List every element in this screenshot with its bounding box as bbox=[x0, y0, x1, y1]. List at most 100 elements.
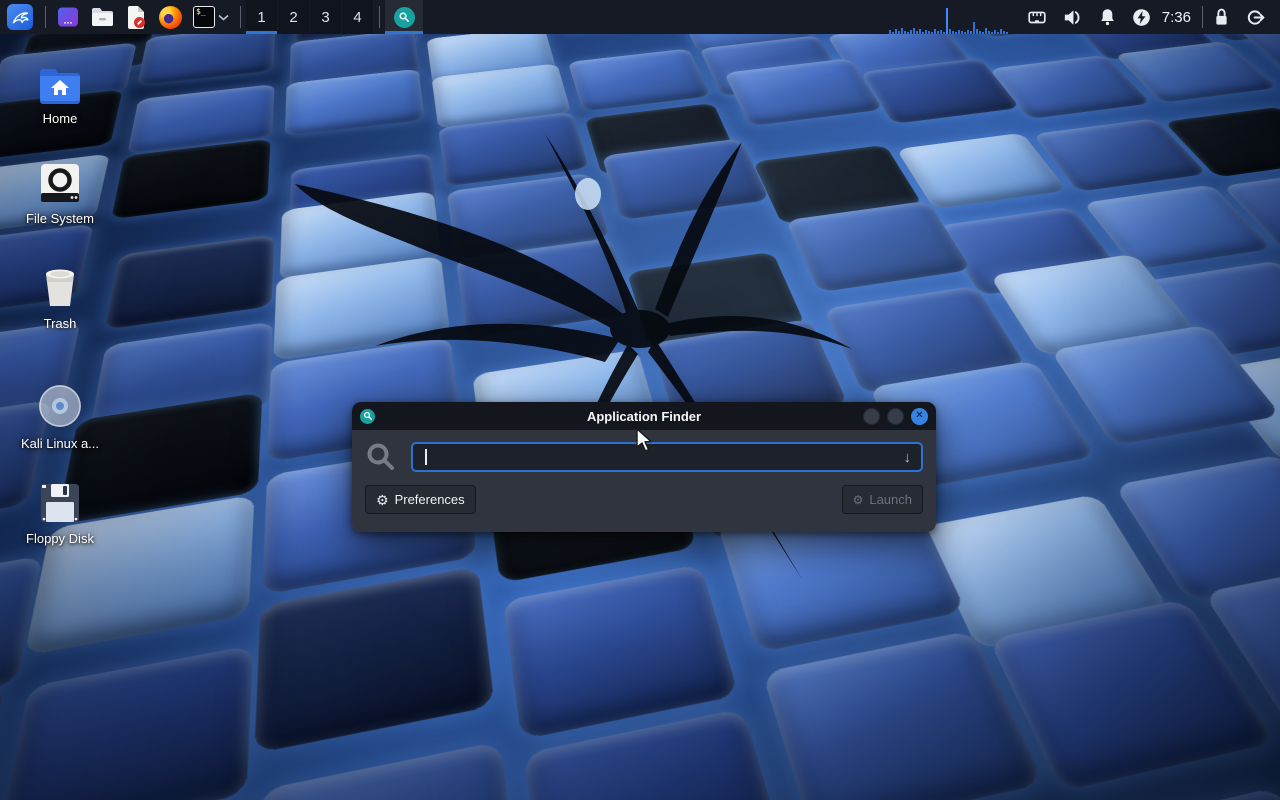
cpu-bar bbox=[1003, 31, 1005, 34]
workspace-label: 2 bbox=[289, 9, 297, 26]
desktop-icon-kali-linux[interactable]: Kali Linux a... bbox=[15, 383, 105, 451]
desktop-icon-trash[interactable]: Trash bbox=[15, 263, 105, 331]
wallpaper-cube bbox=[502, 564, 738, 740]
cpu-bar bbox=[982, 32, 984, 34]
cpu-bar bbox=[940, 30, 942, 34]
chevron-down-icon[interactable] bbox=[218, 14, 229, 21]
search-icon bbox=[365, 441, 397, 473]
home-folder-icon bbox=[15, 58, 105, 104]
hard-drive-icon bbox=[15, 158, 105, 204]
volume-icon[interactable] bbox=[1061, 6, 1084, 29]
launch-gears-icon: ⚙ bbox=[853, 494, 864, 506]
maximize-button[interactable] bbox=[887, 408, 904, 425]
terminal-icon: $_ bbox=[193, 6, 215, 28]
lock-screen-icon[interactable] bbox=[1212, 7, 1231, 28]
cpu-bar bbox=[925, 30, 927, 34]
floppy-disk-icon bbox=[15, 478, 105, 524]
wallpaper-cube bbox=[0, 34, 7, 54]
workspace-label: 3 bbox=[321, 9, 329, 26]
cpu-bar bbox=[949, 29, 951, 34]
cpu-bar bbox=[907, 32, 909, 34]
text-editor-icon bbox=[126, 6, 146, 29]
launcher-terminal[interactable]: $_ bbox=[187, 0, 235, 34]
launcher-text-editor[interactable] bbox=[119, 0, 153, 34]
wallpaper-cube bbox=[137, 34, 276, 86]
wallpaper-cube bbox=[255, 566, 494, 753]
cpu-bar bbox=[946, 8, 948, 34]
wallpaper-cube bbox=[254, 741, 521, 800]
system-tray bbox=[1026, 6, 1152, 29]
workspace-button-2[interactable]: 2 bbox=[278, 0, 309, 34]
cpu-bar bbox=[901, 28, 903, 34]
text-caret bbox=[425, 449, 427, 465]
desktop-icon-label: File System bbox=[15, 211, 105, 226]
cpu-bar bbox=[889, 30, 891, 34]
kali-desktop-screen: Home File System bbox=[0, 0, 1280, 800]
cpu-bar bbox=[892, 32, 894, 34]
active-workspace-indicator bbox=[246, 31, 277, 34]
cpu-bar bbox=[916, 31, 918, 34]
panel-separator bbox=[45, 6, 46, 28]
desktop[interactable]: Home File System bbox=[0, 34, 1280, 800]
app-finder-icon bbox=[394, 7, 415, 28]
firefox-icon bbox=[159, 6, 182, 29]
preferences-button[interactable]: ⚙ Preferences bbox=[365, 485, 476, 514]
dropdown-arrow-icon[interactable]: ↓ bbox=[904, 450, 912, 465]
cpu-bar bbox=[976, 29, 978, 34]
desktop-icon-label: Kali Linux a... bbox=[15, 436, 105, 451]
cpu-bar bbox=[997, 32, 999, 34]
wallpaper-cube bbox=[0, 683, 5, 800]
workspace-button-4[interactable]: 4 bbox=[342, 0, 373, 34]
desktop-icon-file-system[interactable]: File System bbox=[15, 158, 105, 226]
notifications-bell-icon[interactable] bbox=[1097, 7, 1118, 28]
cpu-bar bbox=[895, 29, 897, 34]
cpu-bar bbox=[994, 30, 996, 34]
wallpaper-cube bbox=[952, 34, 1104, 37]
log-out-icon[interactable] bbox=[1245, 7, 1266, 28]
finder-body: ↓ ⚙ Preferences ⚙ Launch bbox=[352, 430, 936, 532]
cpu-bar bbox=[937, 31, 939, 34]
cpu-bar bbox=[934, 29, 936, 34]
search-input[interactable]: ↓ bbox=[411, 442, 923, 472]
launcher-app-purple[interactable] bbox=[51, 0, 85, 34]
workspace-label: 4 bbox=[353, 9, 361, 26]
launcher-firefox[interactable] bbox=[153, 0, 187, 34]
minimize-button[interactable] bbox=[863, 408, 880, 425]
wallpaper-cube bbox=[1064, 787, 1280, 800]
cpu-bar bbox=[943, 32, 945, 34]
cpu-bar bbox=[964, 32, 966, 34]
launch-button-label: Launch bbox=[869, 492, 912, 507]
session-buttons bbox=[1212, 7, 1266, 28]
launcher-file-manager[interactable] bbox=[85, 0, 119, 34]
clock[interactable]: 7:36 bbox=[1162, 9, 1191, 26]
launch-button[interactable]: ⚙ Launch bbox=[842, 485, 923, 514]
cpu-bar bbox=[913, 28, 915, 34]
panel-separator bbox=[1202, 6, 1203, 28]
cpu-graph-widget[interactable] bbox=[889, 0, 1014, 34]
workspace-button-1[interactable]: 1 bbox=[246, 0, 277, 34]
desktop-icon-label: Trash bbox=[15, 316, 105, 331]
close-button[interactable]: ✕ bbox=[911, 408, 928, 425]
cpu-bar bbox=[898, 31, 900, 34]
wallpaper-cube bbox=[0, 645, 253, 800]
window-title: Application Finder bbox=[352, 409, 936, 424]
cpu-bar bbox=[910, 30, 912, 34]
power-manager-icon[interactable] bbox=[1131, 7, 1152, 28]
cpu-bar bbox=[928, 31, 930, 34]
workspace-button-3[interactable]: 3 bbox=[310, 0, 341, 34]
titlebar[interactable]: Application Finder ✕ bbox=[352, 402, 936, 430]
file-manager-icon bbox=[91, 7, 114, 27]
applications-menu-button[interactable] bbox=[0, 0, 40, 34]
desktop-icon-floppy-disk[interactable]: Floppy Disk bbox=[15, 478, 105, 546]
desktop-icon-label: Home bbox=[15, 111, 105, 126]
network-wired-icon[interactable] bbox=[1026, 6, 1048, 28]
desktop-icon-label: Floppy Disk bbox=[15, 531, 105, 546]
cpu-bar bbox=[988, 31, 990, 34]
taskbar-button-application-finder[interactable] bbox=[385, 0, 423, 34]
app-launcher-purple-icon bbox=[57, 6, 79, 28]
kali-menu-icon bbox=[7, 4, 33, 30]
gear-icon: ⚙ bbox=[376, 493, 389, 507]
top-panel: $_ 1 2 3 4 bbox=[0, 0, 1280, 34]
desktop-icon-home[interactable]: Home bbox=[15, 58, 105, 126]
trash-empty-icon bbox=[15, 263, 105, 309]
